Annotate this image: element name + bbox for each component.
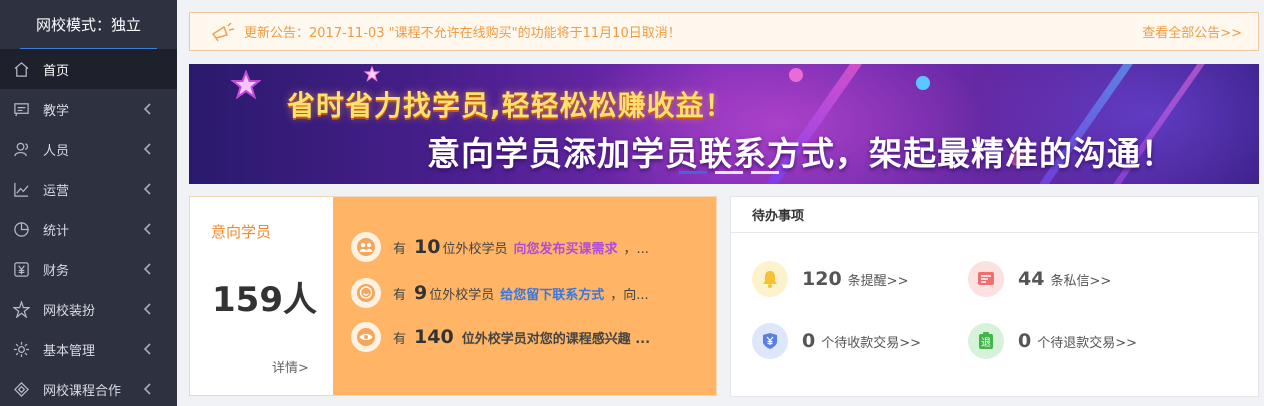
intent-title: 意向学员 bbox=[211, 223, 272, 241]
banner-ball bbox=[789, 68, 803, 82]
refund-label: 个待退款交易>> bbox=[1037, 335, 1138, 351]
sidebar-item-course-cooperation[interactable]: 网校课程合作 bbox=[0, 369, 177, 406]
todo-title: 待办事项 bbox=[731, 197, 1258, 233]
eye-icon bbox=[351, 322, 381, 352]
sidebar-item-statistics[interactable]: 统计 bbox=[0, 209, 177, 249]
payment-label: 个待收款交易>> bbox=[821, 335, 922, 351]
intent-row-contact[interactable]: 有 9 位外校学员 给您留下联系方式 ，向... bbox=[351, 277, 649, 309]
row-tail: ，向... bbox=[610, 287, 649, 303]
sidebar-item-finance[interactable]: 财务 bbox=[0, 249, 177, 289]
refund-count: 0 bbox=[1018, 330, 1032, 352]
contact-info-link[interactable]: 给您留下联系方式 bbox=[500, 284, 604, 303]
home-icon bbox=[12, 60, 30, 78]
row-mid: 位外校学员 bbox=[429, 287, 495, 303]
operation-chart-icon bbox=[12, 180, 30, 198]
sidebar-item-label: 网校课程合作 bbox=[43, 383, 122, 399]
todo-card: 待办事项 120 条提醒>> 44 条私信>> 0 个待收款交易>> 退 0 个… bbox=[730, 196, 1259, 397]
intent-row-interest[interactable]: 有 140 位外校学员对您的课程感兴趣 ... bbox=[351, 321, 650, 353]
carousel-dot[interactable] bbox=[679, 171, 707, 174]
promo-banner[interactable]: 省时省力找学员,轻轻松松赚收益！ 意向学员添加学员联系方式，架起最精准的沟通！ bbox=[189, 64, 1259, 184]
row-prefix: 有 bbox=[393, 331, 407, 347]
sidebar-item-label: 网校装扮 bbox=[43, 303, 96, 319]
payment-count: 0 bbox=[802, 330, 816, 352]
intent-detail-link[interactable]: 详情> bbox=[272, 357, 309, 376]
sidebar-item-operation[interactable]: 运营 bbox=[0, 169, 177, 209]
todo-messages[interactable]: 44 条私信>> bbox=[968, 261, 1111, 297]
sidebar-item-label: 财务 bbox=[43, 263, 70, 279]
message-count: 44 bbox=[1018, 268, 1045, 290]
sidebar-item-decoration[interactable]: 网校装扮 bbox=[0, 289, 177, 329]
todo-reminders[interactable]: 120 条提醒>> bbox=[752, 261, 908, 297]
finance-icon bbox=[12, 260, 30, 278]
row-mid: 位外校学员 bbox=[442, 241, 508, 257]
settings-icon bbox=[12, 340, 30, 358]
cooperation-icon bbox=[12, 380, 30, 398]
row-number: 9 bbox=[414, 282, 428, 304]
chevron-left-icon bbox=[141, 302, 155, 316]
intent-summary: 意向学员 159人 详情> bbox=[190, 197, 333, 395]
people-icon bbox=[12, 140, 30, 158]
carousel-dot[interactable] bbox=[715, 171, 743, 174]
teaching-icon bbox=[12, 100, 30, 118]
chat-smile-icon bbox=[351, 278, 381, 308]
bell-icon bbox=[752, 261, 788, 297]
chevron-left-icon bbox=[141, 142, 155, 156]
intent-students-card: 意向学员 159人 详情> 有 10 位外校学员 向您发布买课需求 ，... 有… bbox=[189, 196, 717, 396]
view-all-announcements-link[interactable]: 查看全部公告>> bbox=[1142, 22, 1242, 41]
sidebar-item-label: 教学 bbox=[43, 103, 70, 119]
sidebar: 网校模式：独立 首页 教学 人员 运营 统计 财务 网校装扮 基本管理 网校课程… bbox=[0, 0, 177, 406]
announcement-text: 更新公告：2017-11-03 "课程不允许在线购买"的功能将于11月10日取消… bbox=[244, 26, 681, 41]
todo-pending-payments[interactable]: 0 个待收款交易>> bbox=[752, 323, 921, 359]
course-interest-text: 位外校学员对您的课程感兴趣 ... bbox=[461, 331, 651, 347]
chevron-left-icon bbox=[141, 262, 155, 276]
users-icon bbox=[351, 232, 381, 262]
reminder-count: 120 bbox=[802, 268, 842, 290]
chevron-left-icon bbox=[141, 102, 155, 116]
carousel-dot[interactable] bbox=[751, 171, 779, 174]
chevron-left-icon bbox=[141, 342, 155, 356]
school-mode-title: 网校模式：独立 bbox=[0, 0, 177, 49]
banner-ball bbox=[916, 76, 930, 90]
intent-count: 159人 bbox=[212, 280, 317, 320]
megaphone-icon bbox=[210, 21, 236, 42]
chevron-left-icon bbox=[141, 182, 155, 196]
sidebar-item-label: 基本管理 bbox=[43, 343, 96, 359]
message-label: 条私信>> bbox=[1050, 273, 1112, 289]
sidebar-item-people[interactable]: 人员 bbox=[0, 129, 177, 169]
message-icon bbox=[968, 261, 1004, 297]
intent-row-demand[interactable]: 有 10 位外校学员 向您发布买课需求 ，... bbox=[351, 231, 649, 263]
announcement-bar: 更新公告：2017-11-03 "课程不允许在线购买"的功能将于11月10日取消… bbox=[189, 12, 1259, 51]
sidebar-item-label: 运营 bbox=[43, 183, 70, 199]
row-number: 10 bbox=[414, 236, 441, 258]
sidebar-item-label: 统计 bbox=[43, 223, 70, 239]
reminder-label: 条提醒>> bbox=[847, 273, 909, 289]
row-prefix: 有 bbox=[393, 287, 407, 303]
row-tail: ，... bbox=[623, 241, 649, 257]
refund-glyph: 退 bbox=[981, 337, 991, 349]
chevron-left-icon bbox=[141, 222, 155, 236]
row-number: 140 bbox=[414, 326, 454, 348]
sidebar-item-basic-management[interactable]: 基本管理 bbox=[0, 329, 177, 369]
sidebar-item-label: 首页 bbox=[43, 63, 70, 79]
star-icon bbox=[364, 66, 380, 82]
row-prefix: 有 bbox=[393, 241, 407, 257]
chevron-left-icon bbox=[141, 382, 155, 396]
payment-icon bbox=[752, 323, 788, 359]
todo-pending-refunds[interactable]: 退 0 个待退款交易>> bbox=[968, 323, 1137, 359]
banner-subheadline: 意向学员添加学员联系方式，架起最精准的沟通！ bbox=[427, 134, 1175, 173]
pie-chart-icon bbox=[12, 220, 30, 238]
carousel-indicators bbox=[679, 171, 779, 174]
purchase-demand-link[interactable]: 向您发布买课需求 bbox=[513, 238, 617, 257]
star-icon bbox=[231, 70, 261, 100]
sidebar-item-teaching[interactable]: 教学 bbox=[0, 89, 177, 129]
banner-headline: 省时省力找学员,轻轻松松赚收益！ bbox=[287, 89, 734, 122]
refund-icon: 退 bbox=[968, 323, 1004, 359]
decoration-icon bbox=[12, 300, 30, 318]
sidebar-item-home[interactable]: 首页 bbox=[0, 49, 177, 89]
sidebar-item-label: 人员 bbox=[43, 143, 70, 159]
